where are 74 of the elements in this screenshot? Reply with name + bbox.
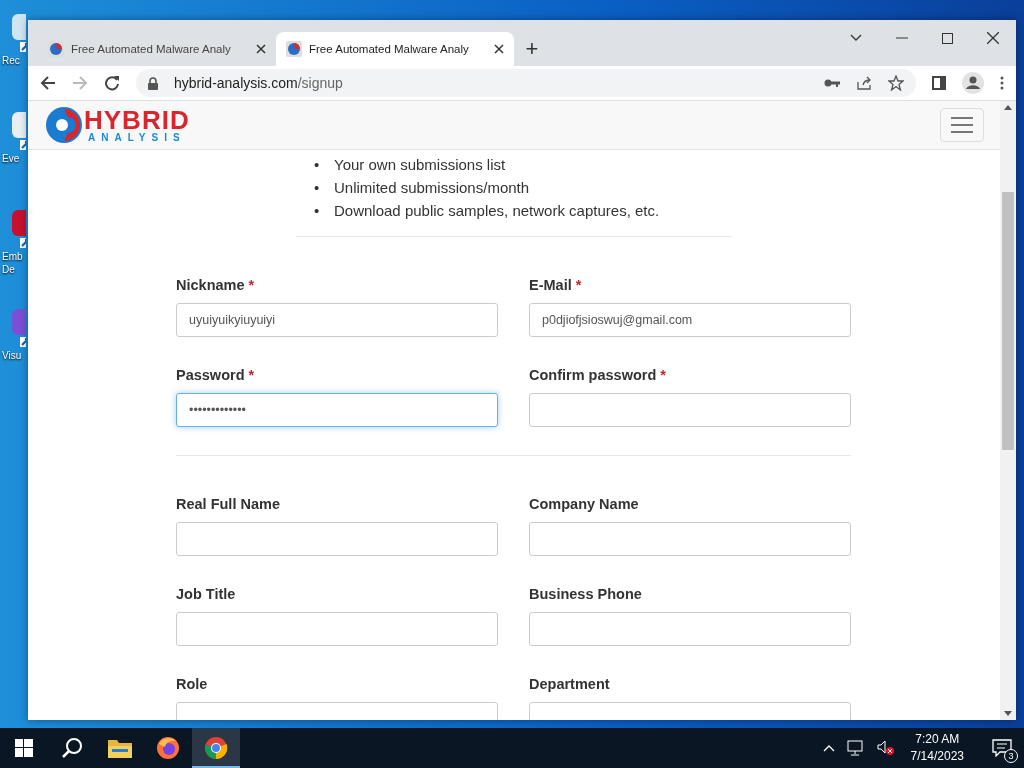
input-field[interactable] <box>529 393 851 427</box>
shortcut-label: Visu <box>2 349 22 362</box>
scroll-down-icon[interactable] <box>1004 711 1012 716</box>
shortcut-label: Eve <box>2 152 20 165</box>
field-label: Department <box>529 676 610 694</box>
field-label: Nickname <box>176 277 245 295</box>
close-icon[interactable] <box>494 44 504 54</box>
required-mark: * <box>248 367 255 385</box>
close-icon[interactable] <box>987 32 999 44</box>
bullet: • <box>314 201 321 221</box>
network-icon[interactable] <box>846 740 865 756</box>
input-field[interactable]: p0djiofjsioswuj@gmail.com <box>529 303 851 337</box>
benefit-text: Your own submissions list <box>334 155 506 175</box>
browser-tab[interactable]: Free Automated Malware Analy <box>38 32 276 66</box>
menu-icon[interactable] <box>1000 76 1004 90</box>
back-icon[interactable] <box>40 75 56 91</box>
scrollbar[interactable] <box>1000 101 1016 720</box>
benefit-text: Unlimited submissions/month <box>334 178 530 198</box>
clock-date[interactable]: 7/14/2023 <box>910 748 964 765</box>
maximize-icon[interactable] <box>942 32 953 44</box>
input-field[interactable] <box>176 612 498 646</box>
required-mark: * <box>575 277 582 295</box>
chevron-down-icon[interactable] <box>850 34 862 42</box>
favicon-icon <box>286 41 302 57</box>
logo-icon[interactable] <box>44 105 84 145</box>
clock-time[interactable]: 7:20 AM <box>915 731 960 748</box>
browser-tab[interactable]: Free Automated Malware Analy <box>276 32 514 66</box>
chrome-icon <box>204 736 228 760</box>
input-field[interactable]: uyuiyuikyiuyuiyi <box>176 303 498 337</box>
notification-icon[interactable] <box>992 739 1012 757</box>
lock-icon <box>148 76 158 90</box>
input-field[interactable] <box>529 522 851 556</box>
address-bar[interactable]: hybrid-analysis.com/signup <box>136 69 916 97</box>
field-label: E-Mail <box>529 277 572 295</box>
shortcut-label: Rec <box>2 54 20 67</box>
logo-subtitle: ANALYSIS <box>88 133 187 143</box>
field-label: Company Name <box>529 496 639 514</box>
scroll-up-icon[interactable] <box>1004 105 1012 110</box>
required-mark: * <box>248 277 255 295</box>
chevron-up-icon[interactable] <box>822 744 835 752</box>
field-label: Real Full Name <box>176 496 280 514</box>
folder-icon <box>108 738 132 758</box>
bullet: • <box>314 155 321 175</box>
firefox-icon <box>156 736 180 760</box>
input-field[interactable] <box>176 522 498 556</box>
bullet: • <box>314 178 321 198</box>
side-panel-icon[interactable] <box>932 76 946 90</box>
field-label: Business Phone <box>529 586 642 604</box>
search-icon <box>61 737 83 759</box>
favicon-icon <box>48 41 64 57</box>
reload-icon[interactable] <box>104 75 120 91</box>
star-icon[interactable] <box>888 75 904 91</box>
input-field[interactable]: ••••••••••••• <box>176 393 498 427</box>
required-mark: * <box>660 367 666 385</box>
notification-count: 3 <box>1004 749 1018 763</box>
key-icon[interactable] <box>824 78 840 88</box>
taskbar-button[interactable] <box>192 728 240 768</box>
scrollbar-thumb[interactable] <box>1002 192 1014 450</box>
share-icon[interactable] <box>856 75 872 91</box>
volume-muted-icon[interactable] <box>876 740 895 756</box>
menu-button[interactable] <box>940 108 984 142</box>
shortcut-label: Emb <box>2 250 23 263</box>
field-label: Role <box>176 676 208 694</box>
benefit-text: Download public samples, network captures, etc. <box>334 201 660 221</box>
field-label: Job Title <box>176 586 236 604</box>
shortcut-label: De <box>2 263 15 276</box>
field-label: Confirm password <box>529 367 657 385</box>
windows-icon <box>15 739 33 757</box>
close-icon[interactable] <box>256 44 266 54</box>
profile-icon[interactable] <box>962 72 984 94</box>
input-field[interactable] <box>529 612 851 646</box>
logo-wordmark: HYBRID <box>84 107 190 133</box>
new-tab-button[interactable]: + <box>514 32 550 66</box>
field-label: Password <box>176 367 245 385</box>
